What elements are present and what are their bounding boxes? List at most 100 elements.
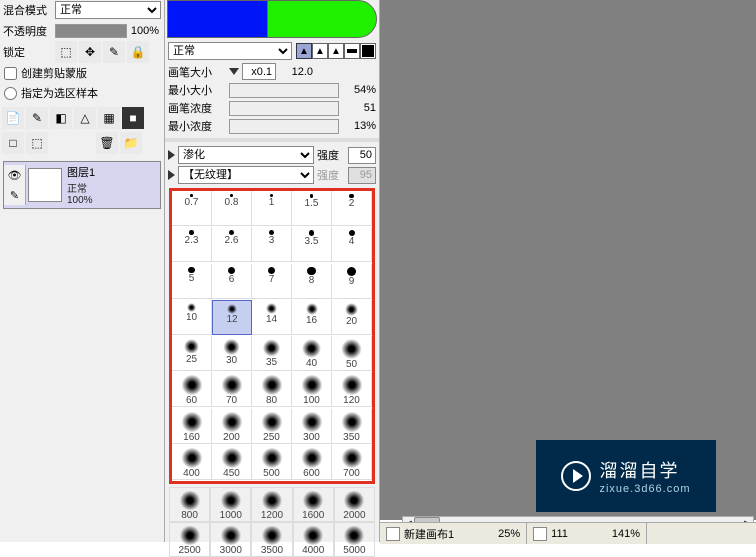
layer-mode: 正常	[67, 180, 95, 195]
brush-size-grid[interactable]: 0.70.811.522.32.633.54567891012141620253…	[172, 191, 372, 481]
brush-size-cell[interactable]: 80	[252, 372, 292, 407]
doc1-name: 新建画布1	[404, 526, 454, 542]
layer-settings-button[interactable]: ■	[122, 107, 144, 129]
min-size-slider[interactable]	[229, 83, 339, 98]
primary-color-swatch[interactable]	[167, 0, 277, 38]
brush-size-value: 1600	[302, 510, 324, 521]
brush-size-cell[interactable]: 20	[332, 300, 372, 335]
density-slider[interactable]	[229, 101, 339, 116]
brush-size-cell[interactable]: 350	[332, 409, 372, 444]
brush-size-cell[interactable]: 8	[292, 264, 332, 299]
brush-size-cell[interactable]: 160	[172, 409, 212, 444]
texture-strength-label: 强度	[317, 167, 345, 183]
brush-size-cell[interactable]: 3.5	[292, 227, 332, 262]
layer-tools: 📄 ✎ ◧ △ ▦ ■ □ ⬚ 🗑 📁	[0, 103, 164, 158]
brush-size-cell[interactable]: 6	[212, 264, 252, 299]
brush-size-cell[interactable]: 60	[172, 372, 212, 407]
expand-texture-icon[interactable]	[168, 170, 175, 180]
brush-size-cell[interactable]: 700	[332, 445, 372, 480]
brush-size-cell[interactable]: 35	[252, 336, 292, 371]
brush-size-cell[interactable]: 14	[252, 300, 292, 335]
trash-button[interactable]: 🗑	[96, 132, 118, 154]
texture-select[interactable]: 【无纹理】	[178, 166, 314, 184]
new-group-button[interactable]: ✎	[26, 107, 48, 129]
lock-transparent-icon[interactable]: ⬚	[55, 41, 77, 63]
brush-size-cell[interactable]: 600	[292, 445, 332, 480]
brush-size-cell[interactable]: 3000	[210, 522, 251, 557]
brush-size-dropdown-icon[interactable]	[229, 68, 239, 75]
brush-shape-hard[interactable]: ▲	[296, 43, 312, 59]
brush-size-cell[interactable]: 800	[169, 487, 210, 522]
brush-size-cell[interactable]: 1	[252, 191, 292, 226]
layer-action2-button[interactable]: ⬚	[26, 132, 48, 154]
brush-size-cell[interactable]: 1000	[210, 487, 251, 522]
brush-size-cell[interactable]: 9	[332, 264, 372, 299]
folder-button[interactable]: 📁	[120, 132, 142, 154]
expand-icon[interactable]	[168, 150, 175, 160]
fx-button[interactable]: △	[74, 107, 96, 129]
brush-size-cell[interactable]: 2000	[334, 487, 375, 522]
brush-size-cell[interactable]: 4	[332, 227, 372, 262]
new-layer-button[interactable]: 📄	[2, 107, 24, 129]
brush-size-cell[interactable]: 1600	[293, 487, 334, 522]
brush-size-cell[interactable]: 0.8	[212, 191, 252, 226]
brush-size-cell[interactable]: 400	[172, 445, 212, 480]
brush-size-cell[interactable]: 10	[172, 300, 212, 335]
document-tab-1[interactable]: 新建画布1 25%	[380, 523, 527, 544]
brush-size-cell[interactable]: 3500	[251, 522, 292, 557]
brush-size-cell[interactable]: 2500	[169, 522, 210, 557]
brush-size-cell[interactable]: 70	[212, 372, 252, 407]
brush-shape-soft1[interactable]: ▲	[312, 43, 328, 59]
clip-mask-checkbox[interactable]	[4, 67, 17, 80]
brush-size-mult[interactable]	[242, 63, 276, 80]
secondary-color-swatch[interactable]	[267, 0, 377, 38]
brush-size-cell[interactable]: 2.3	[172, 227, 212, 262]
brush-size-cell[interactable]: 0.7	[172, 191, 212, 226]
brush-shape-square[interactable]	[360, 43, 376, 59]
lock-all-icon[interactable]: 🔒	[127, 41, 149, 63]
brush-size-cell[interactable]: 30	[212, 336, 252, 371]
layer-item[interactable]: 👁 ✎ 图层1 正常 100%	[3, 161, 161, 209]
layer-thumbnail[interactable]	[28, 168, 62, 202]
brush-size-cell[interactable]: 2	[332, 191, 372, 226]
brush-size-cell[interactable]: 7	[252, 264, 292, 299]
strength-input[interactable]	[348, 147, 376, 164]
mask-button[interactable]: ◧	[50, 107, 72, 129]
select-sample-radio[interactable]	[4, 87, 17, 100]
brush-size-cell[interactable]: 120	[332, 372, 372, 407]
brush-size-cell[interactable]: 5000	[334, 522, 375, 557]
lock-move-icon[interactable]: ✥	[79, 41, 101, 63]
opacity-slider[interactable]	[55, 24, 127, 38]
pencil-icon[interactable]: ✎	[4, 185, 26, 205]
document-tab-2[interactable]: 111 141%	[527, 523, 647, 544]
brush-blend-select[interactable]: 正常	[168, 42, 292, 60]
brush-shape-bar[interactable]	[344, 43, 360, 59]
brush-shape-soft2[interactable]: ▲	[328, 43, 344, 59]
brush-size-cell[interactable]: 25	[172, 336, 212, 371]
brush-size-cell[interactable]: 500	[252, 445, 292, 480]
brush-size-cell[interactable]: 200	[212, 409, 252, 444]
brush-size-cell[interactable]: 300	[292, 409, 332, 444]
brush-size-cell[interactable]: 3	[252, 227, 292, 262]
brush-size-cell[interactable]: 12	[212, 300, 252, 335]
brush-size-cell[interactable]: 450	[212, 445, 252, 480]
brush-size-cell[interactable]: 16	[292, 300, 332, 335]
min-density-slider[interactable]	[229, 119, 339, 134]
layer-action1-button[interactable]: □	[2, 132, 24, 154]
brush-size-cell[interactable]: 250	[252, 409, 292, 444]
brush-size-value: 2000	[343, 510, 365, 521]
brush-size-cell[interactable]: 4000	[293, 522, 334, 557]
brush-size-cell[interactable]: 2.6	[212, 227, 252, 262]
merge-button[interactable]: ▦	[98, 107, 120, 129]
lock-edit-icon[interactable]: ✎	[103, 41, 125, 63]
brush-size-cell[interactable]: 100	[292, 372, 332, 407]
brush-size-cell[interactable]: 1200	[251, 487, 292, 522]
brush-size-grid-overflow[interactable]: 80010001200 1600 2000 25003000350040005000	[169, 487, 375, 557]
brush-size-cell[interactable]: 50	[332, 336, 372, 371]
brush-size-cell[interactable]: 40	[292, 336, 332, 371]
eye-icon[interactable]: 👁	[4, 165, 26, 185]
brush-size-cell[interactable]: 1.5	[292, 191, 332, 226]
bleed-select[interactable]: 渗化	[178, 146, 314, 164]
brush-size-cell[interactable]: 5	[172, 264, 212, 299]
blend-mode-select[interactable]: 正常	[55, 1, 161, 19]
